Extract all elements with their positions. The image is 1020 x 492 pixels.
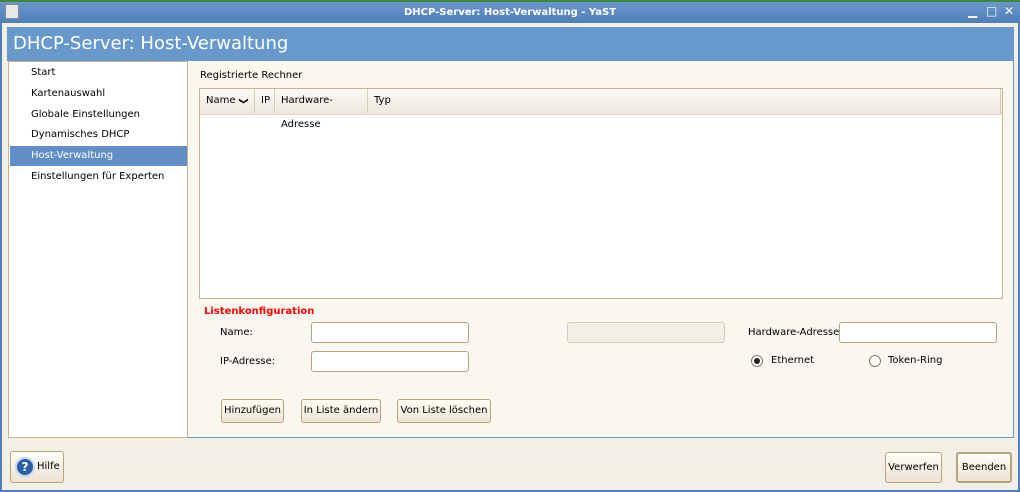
column-header-typ[interactable]: Typ: [368, 89, 1001, 113]
ip-address-label: IP-Adresse:: [220, 356, 276, 367]
section-title: Listenkonfiguration: [204, 306, 315, 317]
window-titlebar: DHCP-Server: Host-Verwaltung - YaST: [0, 0, 1020, 23]
table-header: Name ❯ IP Hardware-Adresse Typ: [200, 89, 1002, 130]
hosts-table[interactable]: Name ❯ IP Hardware-Adresse Typ: [199, 88, 1003, 299]
delete-button[interactable]: Von Liste löschen: [397, 399, 491, 423]
yast-app-icon: [5, 4, 19, 19]
change-button[interactable]: In Liste ändern: [301, 399, 381, 423]
sidebar-item-experten[interactable]: Einstellungen für Experten: [10, 167, 187, 187]
discard-button[interactable]: Verwerfen: [885, 452, 942, 483]
sidebar-item-globale-einstellungen[interactable]: Globale Einstellungen: [10, 105, 187, 125]
close-icon[interactable]: ✕: [1004, 4, 1014, 18]
sidebar-item-host-verwaltung[interactable]: Host-Verwaltung: [10, 146, 187, 166]
ip-address-input[interactable]: [311, 351, 469, 372]
hardware-address-label: Hardware-Adresse:: [748, 327, 843, 338]
radio-token-ring[interactable]: [869, 355, 881, 367]
add-button[interactable]: Hinzufügen: [221, 399, 284, 423]
window-title: DHCP-Server: Host-Verwaltung - YaST: [403, 7, 617, 18]
name-input[interactable]: [311, 322, 469, 343]
help-icon: ?: [15, 457, 35, 477]
sidebar: Start Kartenauswahl Globale Einstellunge…: [8, 61, 188, 438]
radio-token-ring-label[interactable]: Token-Ring: [888, 355, 942, 366]
disabled-input: [567, 322, 725, 343]
chevron-down-icon: ❯: [237, 97, 248, 105]
column-header-hardware[interactable]: Hardware-Adresse: [275, 89, 368, 130]
help-button[interactable]: ? Hilfe: [10, 451, 64, 483]
maximize-icon[interactable]: □: [986, 4, 997, 18]
column-header-ip[interactable]: IP: [255, 89, 275, 113]
table-title: Registrierte Rechner: [200, 70, 303, 81]
hardware-address-input[interactable]: [839, 322, 997, 343]
radio-ethernet[interactable]: [751, 355, 763, 367]
column-header-name[interactable]: Name ❯: [200, 89, 255, 113]
sidebar-item-start[interactable]: Start: [10, 63, 187, 83]
radio-ethernet-label[interactable]: Ethernet: [771, 355, 814, 366]
name-label: Name:: [220, 327, 253, 338]
minimize-icon[interactable]: ▁: [968, 4, 977, 18]
sidebar-item-kartenauswahl[interactable]: Kartenauswahl: [10, 84, 187, 104]
sidebar-item-dynamisches-dhcp[interactable]: Dynamisches DHCP: [10, 125, 187, 145]
help-label: Hilfe: [37, 461, 60, 472]
finish-button[interactable]: Beenden: [956, 452, 1012, 483]
page-title: DHCP-Server: Host-Verwaltung: [7, 27, 1014, 61]
